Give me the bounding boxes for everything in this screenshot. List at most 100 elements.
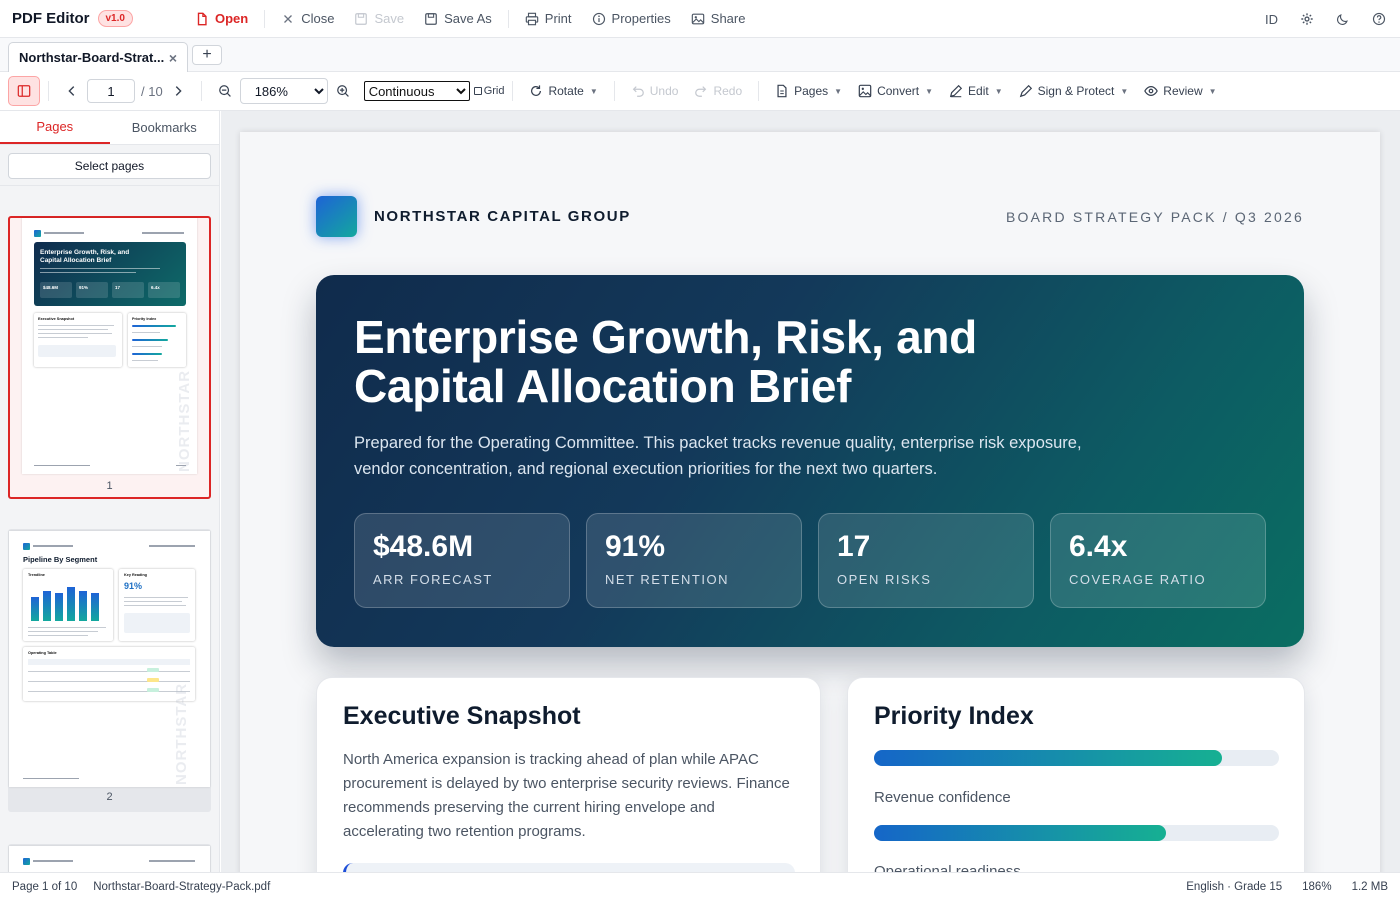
document-tabbar: Northstar-Board-Strat... × + [0,38,1400,72]
undo-button[interactable]: Undo [623,84,687,98]
thumbnail-watermark: NORTHSTAR [176,369,193,472]
page-thumbnail-3[interactable] [8,844,211,872]
menu-separator [264,9,266,28]
next-page-button[interactable] [163,84,193,98]
save-as-menu-item[interactable]: Save As [414,0,502,38]
grid-toggle[interactable]: Grid [473,85,504,97]
convert-label: Convert [877,84,920,98]
document-tab[interactable]: Northstar-Board-Strat... × [8,42,188,72]
properties-menu-item[interactable]: Properties [582,0,681,38]
priority-label: Operational readiness [874,863,1021,872]
tab-bookmarks[interactable]: Bookmarks [110,111,220,144]
thumbnail-line [40,268,160,269]
sign-protect-menu-button[interactable]: Sign & Protect ▼ [1011,84,1137,98]
menu-separator [507,9,509,28]
save-menu-item[interactable]: Save [344,0,414,38]
thumbnail-table-row [28,671,190,672]
info-icon [592,12,606,26]
status-filename: Northstar-Board-Strategy-Pack.pdf [93,880,271,893]
app-title: PDF Editor [12,10,90,27]
pages-menu-button[interactable]: Pages ▼ [767,84,850,98]
chevron-down-icon: ▼ [925,86,934,96]
document-title-line-2: Capital Allocation Brief [354,360,852,412]
chevron-down-icon: ▼ [1120,86,1129,96]
kpi-card-retention: 91% NET RETENTION [586,513,802,608]
print-menu-item[interactable]: Print [515,0,582,38]
thumbnail-line [38,325,114,326]
moon-icon[interactable] [1336,12,1350,26]
toggle-sidebar-button[interactable] [8,76,40,106]
status-language: English · Grade 15 [1186,881,1283,893]
kpi-value: 91% [605,530,666,563]
close-label: Close [301,11,335,26]
thumbnail-badge [147,688,159,692]
close-tab-icon[interactable]: × [169,50,177,66]
thumbnail-line [28,627,106,628]
menubar: PDF Editor v1.0 Open Close Save Save As … [0,0,1400,38]
edit-menu-button[interactable]: Edit ▼ [941,84,1011,98]
statusbar: Page 1 of 10 Northstar-Board-Strategy-Pa… [0,872,1400,900]
hero-banner: Enterprise Growth, Risk, and Capital All… [316,275,1304,647]
toolbar-separator [512,81,514,101]
previous-page-button[interactable] [57,84,87,98]
tab-pages[interactable]: Pages [0,111,110,144]
help-icon[interactable] [1372,12,1386,26]
open-menu-item[interactable]: Open [185,0,258,38]
thumbnail-watermark: NORTHSTAR [173,682,190,785]
rotate-button[interactable]: Rotate ▼ [521,84,605,98]
save-as-icon [424,12,438,26]
priority-progress-track [874,825,1279,841]
priority-progress-fill [874,750,1223,766]
select-pages-button[interactable]: Select pages [8,153,211,179]
page-thumbnail-2[interactable]: Pipeline By Segment Trendline Key Readin… [8,529,211,812]
share-menu-item[interactable]: Share [681,0,756,38]
document-title-line-1: Enterprise Growth, Risk, and [354,311,977,363]
thumbnail-table-row [28,681,190,682]
menubar-right: ID [1265,0,1386,38]
printer-icon [525,12,539,26]
review-menu-button[interactable]: Review ▼ [1136,84,1224,98]
thumbnail-title-line-2: Capital Allocation Brief [40,257,112,264]
sidebar-tabs: Pages Bookmarks [0,111,219,145]
thumbnail-callout [38,345,116,357]
close-menu-item[interactable]: Close [271,0,344,38]
zoom-out-button[interactable] [210,84,240,98]
chevron-down-icon: ▼ [994,86,1003,96]
thumbnail-logo [23,543,30,550]
view-mode-select[interactable]: Continuous [363,81,470,101]
thumbnail-hero: Enterprise Growth, Risk, and Capital All… [34,242,186,306]
thumbnail-page-number: 2 [106,791,113,803]
thumbnail-card: Trendline [23,569,113,641]
image-icon [858,84,872,98]
page-thumbnail-1[interactable]: Enterprise Growth, Risk, and Capital All… [8,216,211,499]
zoom-in-icon [336,84,350,98]
convert-menu-button[interactable]: Convert ▼ [850,84,941,98]
zoom-select[interactable]: 186% [239,78,328,104]
status-right: English · Grade 15 186% 1.2 MB [1186,873,1388,900]
thumbnail-line [40,272,136,273]
thumbnail-table-header [28,659,190,665]
document-viewer[interactable]: NORTHSTAR CAPITAL GROUP BOARD STRATEGY P… [221,111,1400,872]
gear-icon[interactable] [1300,12,1314,26]
thumbnail-badge [147,678,159,682]
kpi-label: COVERAGE RATIO [1069,572,1207,587]
thumbnail-line [124,605,186,606]
page-number-input[interactable] [87,79,135,103]
toolbar-separator [200,81,202,101]
thumbnail-footer-line [23,778,79,779]
redo-label: Redo [713,84,743,98]
pen-icon [1019,84,1033,98]
thumbnail-page-preview [9,846,210,872]
language-switch[interactable]: ID [1265,12,1278,27]
chevron-down-icon: ▼ [834,86,843,96]
thumbnail-logo [34,230,41,237]
redo-button[interactable]: Redo [686,84,750,98]
grid-checkbox[interactable] [473,87,482,95]
thumbnail-kpi: 6.4x [148,282,180,298]
new-tab-button[interactable]: + [192,45,222,65]
thumbnail-line [132,332,160,333]
priority-label: Revenue confidence [874,789,1011,806]
thumbnail-footer-line [176,465,186,466]
zoom-in-button[interactable] [328,84,358,98]
thumbnail-card: Key Reading 91% [119,569,195,641]
